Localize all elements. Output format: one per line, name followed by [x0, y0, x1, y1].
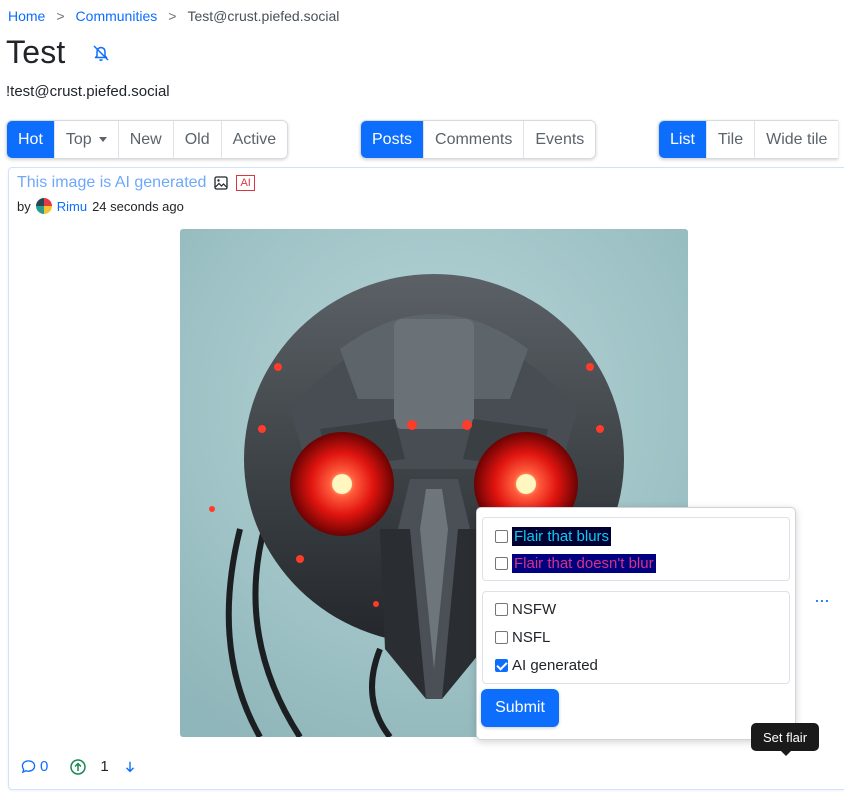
sort-active-button[interactable]: Active [221, 121, 288, 158]
community-flairs-box: Flair that blurs Flair that doesn't blur [482, 517, 790, 581]
flag-option-nsfw[interactable]: NSFW [495, 601, 556, 618]
flair-option-no-blur[interactable]: Flair that doesn't blur [495, 554, 656, 573]
content-type-button-group: Posts Comments Events [360, 120, 597, 159]
post-score: 1 [100, 758, 109, 775]
notification-toggle-button[interactable] [88, 40, 114, 66]
tab-events[interactable]: Events [524, 121, 596, 158]
post-title-row: This image is AI generated AI [17, 174, 255, 192]
layout-list-button[interactable]: List [659, 121, 707, 158]
chat-icon [21, 760, 36, 774]
flag-option-nsfl[interactable]: NSFL [495, 629, 550, 646]
community-handle: !test@crust.piefed.social [6, 83, 170, 100]
bell-slash-icon [93, 45, 109, 61]
downvote-button[interactable] [123, 760, 137, 774]
post-footer: 0 1 [21, 758, 137, 775]
by-label: by [17, 198, 31, 214]
nsfw-checkbox[interactable] [495, 603, 508, 616]
post-time: 24 seconds ago [92, 198, 184, 214]
layout-tile-button[interactable]: Tile [706, 121, 756, 158]
nsfl-checkbox[interactable] [495, 631, 508, 644]
sort-new-button[interactable]: New [118, 121, 174, 158]
nsfl-label: NSFL [512, 629, 551, 646]
ai-badge: AI [236, 175, 255, 191]
sort-top-dropdown[interactable]: Top [54, 121, 119, 158]
flair-popover: Flair that blurs Flair that doesn't blur… [476, 507, 796, 740]
three-dots-icon: ··· [814, 590, 830, 610]
post-title-link[interactable]: This image is AI generated [17, 174, 206, 192]
flair-blurs-label: Flair that blurs [512, 527, 612, 546]
tab-posts[interactable]: Posts [361, 121, 425, 158]
page-title: Test [6, 34, 66, 70]
flair-no-blur-checkbox[interactable] [495, 557, 508, 570]
upvote-button[interactable] [70, 758, 87, 775]
avatar [35, 198, 52, 214]
arrow-down-icon [125, 761, 134, 772]
breadcrumb-separator: > [56, 8, 65, 24]
flair-option-blurs[interactable]: Flair that blurs [495, 527, 612, 546]
breadcrumb: Home > Communities > Test@crust.piefed.s… [8, 8, 339, 24]
flag-option-ai-generated[interactable]: AI generated [495, 657, 598, 674]
layout-button-group: List Tile Wide tile [658, 120, 839, 159]
sort-hot-button[interactable]: Hot [7, 121, 55, 158]
breadcrumb-home-link[interactable]: Home [8, 8, 45, 24]
ai-generated-label: AI generated [512, 657, 598, 674]
author-link[interactable]: Rimu [57, 199, 87, 214]
sort-button-group: Hot Top New Old Active [6, 120, 289, 159]
sort-top-label: Top [65, 131, 92, 148]
more-options-button[interactable]: ··· [814, 590, 830, 611]
tooltip-arrow [781, 751, 791, 756]
breadcrumb-separator: > [168, 8, 177, 24]
nsfw-label: NSFW [512, 601, 557, 618]
caret-down-icon [98, 137, 107, 142]
layout-wide-tile-button[interactable]: Wide tile [755, 121, 839, 158]
content-flags-box: NSFW NSFL AI generated [482, 591, 790, 684]
flair-blurs-checkbox[interactable] [495, 530, 508, 543]
reply-count: 0 [40, 758, 49, 775]
arrow-up-circle-icon [70, 758, 87, 775]
flair-no-blur-label: Flair that doesn't blur [512, 554, 656, 573]
tab-comments[interactable]: Comments [424, 121, 525, 158]
reply-count-button[interactable]: 0 [21, 758, 48, 775]
sort-old-button[interactable]: Old [173, 121, 222, 158]
breadcrumb-communities-link[interactable]: Communities [76, 8, 158, 24]
post-byline: by Rimu 24 seconds ago [17, 198, 184, 214]
submit-button[interactable]: Submit [481, 689, 559, 727]
ai-generated-checkbox[interactable] [495, 659, 508, 672]
image-icon [214, 176, 229, 190]
set-flair-tooltip: Set flair [751, 723, 819, 751]
breadcrumb-current: Test@crust.piefed.social [187, 8, 340, 24]
